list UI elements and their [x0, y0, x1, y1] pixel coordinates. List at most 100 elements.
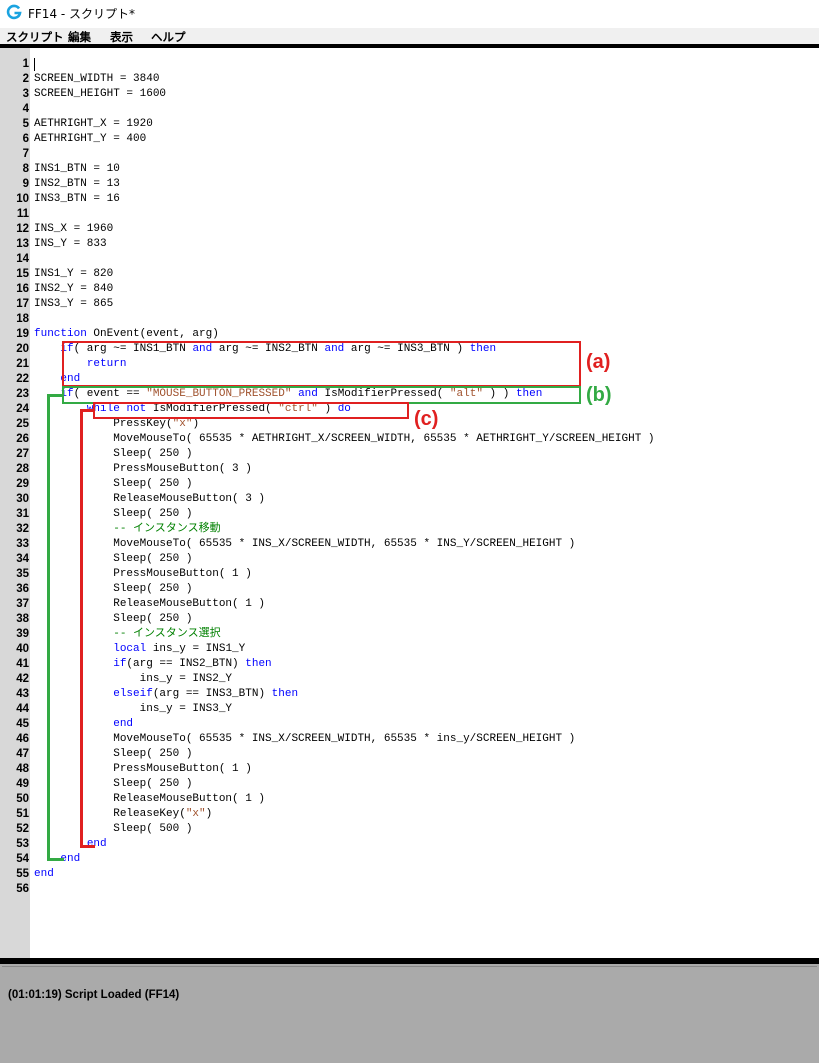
line-number: 8	[22, 163, 29, 175]
text-cursor	[34, 58, 35, 71]
line-number: 14	[16, 253, 29, 265]
line-number: 12	[16, 223, 29, 235]
line-number: 30	[16, 493, 29, 505]
annotation-label-c: (c)	[414, 408, 439, 430]
line-number: 47	[16, 748, 29, 760]
code-line: MoveMouseTo( 65535 * INS_X/SCREEN_WIDTH,…	[34, 733, 576, 745]
code-line: elseif(arg == INS3_BTN) then	[113, 688, 299, 700]
line-number: 11	[16, 208, 29, 220]
line-number: 50	[16, 793, 29, 805]
line-number: 25	[16, 418, 29, 430]
line-number: 49	[16, 778, 29, 790]
line-number: 21	[16, 358, 29, 370]
line-number: 13	[16, 238, 29, 250]
line-number: 26	[16, 433, 29, 445]
line-number: 29	[16, 478, 29, 490]
line-number: 4	[22, 103, 29, 115]
code-line: INS3_Y = 865	[34, 298, 114, 310]
annotation-label-a: (a)	[586, 351, 611, 373]
window-title: FF14 - スクリプト*	[28, 7, 136, 21]
menu-edit[interactable]: 編集	[68, 29, 91, 45]
line-number: 15	[16, 268, 29, 280]
menu-help[interactable]: ヘルプ	[151, 29, 186, 45]
code-line: ReleaseMouseButton( 1 )	[34, 598, 266, 610]
menu-view[interactable]: 表示	[110, 29, 133, 45]
code-line: MoveMouseTo( 65535 * INS_X/SCREEN_WIDTH,…	[34, 538, 576, 550]
line-number: 27	[16, 448, 29, 460]
code-line: end	[34, 868, 54, 880]
code-line: PressMouseButton( 1 )	[34, 568, 252, 580]
line-number: 37	[16, 598, 29, 610]
line-number: 52	[16, 823, 29, 835]
code-line: INS_Y = 833	[34, 238, 107, 250]
line-number: 45	[16, 718, 29, 730]
line-number: 1	[22, 58, 29, 70]
line-number: 55	[16, 868, 29, 880]
line-number: 6	[22, 133, 29, 145]
line-number: 7	[22, 148, 29, 160]
line-number: 22	[16, 373, 29, 385]
code-line: SCREEN_HEIGHT = 1600	[34, 88, 167, 100]
line-number: 18	[16, 313, 29, 325]
code-line: local ins_y = INS1_Y	[113, 643, 246, 655]
code-line: end	[86, 838, 107, 850]
status-panel	[0, 964, 819, 1063]
line-number: 38	[16, 613, 29, 625]
line-number: 39	[16, 628, 29, 640]
line-number: 16	[16, 283, 29, 295]
line-number: 20	[16, 343, 29, 355]
code-line: if(arg == INS2_BTN) then	[113, 658, 272, 670]
line-number: 54	[16, 853, 29, 865]
code-line: INS3_BTN = 16	[34, 193, 120, 205]
connector-c	[80, 409, 95, 848]
output-box	[2, 966, 817, 1062]
line-number: 33	[16, 538, 29, 550]
line-number: 40	[16, 643, 29, 655]
code-line: PressMouseButton( 1 )	[34, 763, 252, 775]
line-number: 48	[16, 763, 29, 775]
code-line: INS1_Y = 820	[34, 268, 114, 280]
line-number: 35	[16, 568, 29, 580]
logitech-g-icon	[6, 4, 22, 20]
code-line: INS2_BTN = 13	[34, 178, 120, 190]
line-number: 9	[22, 178, 29, 190]
line-number: 43	[16, 688, 29, 700]
line-number: 53	[16, 838, 29, 850]
code-line: function OnEvent(event, arg)	[34, 328, 219, 340]
code-line: ReleaseMouseButton( 1 )	[34, 793, 266, 805]
code-line: AETHRIGHT_X = 1920	[34, 118, 153, 130]
code-line: INS1_BTN = 10	[34, 163, 120, 175]
line-number: 41	[16, 658, 29, 670]
line-number: 36	[16, 583, 29, 595]
menu-script[interactable]: スクリプト	[6, 29, 64, 45]
title-bar: FF14 - スクリプト*	[0, 0, 819, 28]
line-number: 42	[16, 673, 29, 685]
line-number: 5	[22, 118, 29, 130]
code-line: AETHRIGHT_Y = 400	[34, 133, 147, 145]
line-number: 34	[16, 553, 29, 565]
menu-bar: スクリプト 編集 表示 ヘルプ	[0, 28, 819, 44]
line-number: 23	[16, 388, 29, 400]
line-number: 44	[16, 703, 29, 715]
line-number: 28	[16, 463, 29, 475]
line-number: 10	[16, 193, 29, 205]
line-number: 31	[16, 508, 29, 520]
code-line: SCREEN_WIDTH = 3840	[34, 73, 160, 85]
status-message: (01:01:19) Script Loaded (FF14)	[8, 989, 180, 1001]
line-number: 56	[16, 883, 29, 895]
code-line: PressMouseButton( 3 )	[34, 463, 252, 475]
code-line: ReleaseMouseButton( 3 )	[34, 493, 266, 505]
line-number: 19	[16, 328, 29, 340]
connector-b	[47, 394, 64, 861]
line-number: 2	[22, 73, 29, 85]
annotation-label-b: (b)	[586, 384, 612, 406]
code-line: INS2_Y = 840	[34, 283, 114, 295]
code-line: INS_X = 1960	[34, 223, 114, 235]
line-number: 24	[16, 403, 29, 415]
line-number: 51	[16, 808, 29, 820]
line-number: 17	[16, 298, 29, 310]
line-number: 3	[22, 88, 29, 100]
annotation-box-a	[62, 341, 581, 387]
line-number: 32	[16, 523, 29, 535]
code-line: MoveMouseTo( 65535 * AETHRIGHT_X/SCREEN_…	[34, 433, 655, 445]
